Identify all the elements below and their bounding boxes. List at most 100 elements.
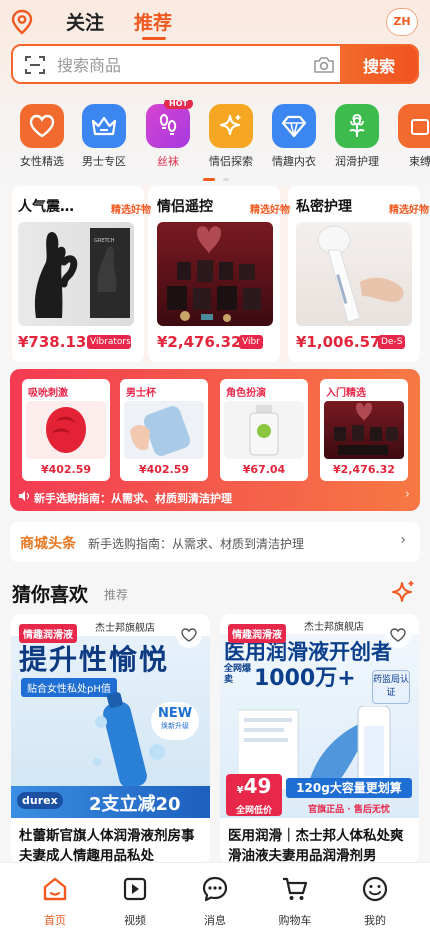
video-icon xyxy=(123,877,147,901)
section-title: 猜你喜欢 xyxy=(12,584,89,606)
feature-title: 私密护理 xyxy=(296,199,352,215)
search-bar: 搜索 xyxy=(11,44,419,84)
mall-headline[interactable]: 商城头条 新手选购指南：从需求、材质到清洁护理 › xyxy=(10,522,420,562)
feature-tag: De-S xyxy=(378,335,406,349)
svg-text:GRETCH: GRETCH xyxy=(94,238,115,244)
headline-label: 商城头条 xyxy=(20,536,76,552)
category-women[interactable]: 女性精选 xyxy=(10,100,74,169)
capacity-banner: 120g大容量更划算 xyxy=(286,778,412,798)
sparkle-icon xyxy=(209,104,253,148)
promo-item-price: ¥67.04 xyxy=(242,463,286,476)
nav-label: 视频 xyxy=(124,914,146,927)
feature-tag: Vibrators xyxy=(87,335,131,349)
hot-badge: HOT xyxy=(164,100,193,109)
category-bondage[interactable]: 束缚 xyxy=(388,100,430,169)
feature-tag: Vibr xyxy=(239,335,263,349)
feature-badge: 精选好物 xyxy=(111,205,151,216)
promo-banner[interactable]: 吸吮刺激 ¥402.59 男士杯 ¥402.59 角色扮演 ¥67.04 入门精… xyxy=(10,369,420,511)
nav-messages[interactable]: 消息 xyxy=(185,875,245,928)
nav-label: 购物车 xyxy=(278,914,312,927)
promo-item[interactable]: 角色扮演 ¥67.04 xyxy=(220,379,308,481)
product-name: 杜蕾斯官旗人体润滑液剂房事夫妻成人情趣用品私处 xyxy=(19,828,195,864)
product-name: 医用润滑｜杰士邦人体私处爽滑油液夫妻用品润滑剂男 xyxy=(228,828,404,864)
category-lingerie[interactable]: 情趣内衣 xyxy=(262,100,326,169)
promo-item-price: ¥402.59 xyxy=(138,463,190,476)
category-label: 束缚 xyxy=(409,155,430,168)
promo-item-image xyxy=(224,401,304,459)
promo-item-title: 入门精选 xyxy=(326,388,366,399)
category-couples[interactable]: 情侣探索 xyxy=(199,100,263,169)
image-subtitle: 全网爆卖 xyxy=(224,664,252,685)
sparkle-icon[interactable] xyxy=(392,580,416,604)
price-badge: ¥49 全网低价 xyxy=(226,774,282,816)
category-label: 女性精选 xyxy=(20,155,64,168)
bottom-navigation: 首页 视频 消息 购物车 我的 xyxy=(0,862,430,932)
favorite-heart-icon[interactable] xyxy=(385,622,411,648)
product-card[interactable]: 杰士邦旗舰店 医用润滑液开创者 全网爆卖 1000万+ 药监局认证 ¥49 全网… xyxy=(220,614,419,864)
top-bar: 关注 推荐 ZH xyxy=(0,0,430,44)
nav-label: 首页 xyxy=(44,914,66,927)
feature-card-vibrators[interactable]: 人气震… 精选好物 GRETCH ¥738.13 Vibrators xyxy=(18,192,153,360)
profile-icon xyxy=(362,876,388,902)
nav-profile[interactable]: 我的 xyxy=(345,875,405,928)
cart-icon xyxy=(283,877,308,900)
search-input[interactable] xyxy=(57,52,307,78)
promo-item-image xyxy=(26,401,106,459)
box-icon xyxy=(398,104,430,148)
tab-follow[interactable]: 关注 xyxy=(66,8,104,35)
scan-icon[interactable] xyxy=(25,55,45,75)
image-headline: 提升性愉悦 xyxy=(19,643,170,676)
feature-card-intimate-care[interactable]: 私密护理 精选好物 ¥1,006.57 De-S xyxy=(296,192,430,360)
camera-icon[interactable] xyxy=(313,56,335,74)
promo-item-title: 吸吮刺激 xyxy=(28,388,68,399)
feature-title: 情侣遥控 xyxy=(157,199,213,215)
heart-icon xyxy=(20,104,64,148)
category-label: 情侣探索 xyxy=(209,155,253,168)
home-icon xyxy=(43,877,67,901)
search-button[interactable]: 搜索 xyxy=(340,46,417,82)
product-card[interactable]: 杰士邦旗舰店 提升性愉悦 贴合女性私处pH值 NEW 焕新升级 durex 2支… xyxy=(11,614,210,864)
feature-badge: 精选好物 xyxy=(389,205,429,216)
product-tag: 情趣润滑液 xyxy=(19,624,77,643)
active-tab-indicator xyxy=(142,37,166,40)
nav-video[interactable]: 视频 xyxy=(105,875,165,928)
category-label: 情趣内衣 xyxy=(272,155,316,168)
promo-item-title: 男士杯 xyxy=(126,388,156,399)
category-men[interactable]: 男士专区 xyxy=(72,100,136,169)
product-image xyxy=(296,222,412,326)
guarantee-text: 官旗正品 · 售后无忧 xyxy=(308,805,390,815)
footprint-icon xyxy=(146,104,190,148)
speaker-icon xyxy=(19,491,30,501)
feature-price: ¥1,006.57 xyxy=(296,333,381,351)
promo-item-price: ¥402.59 xyxy=(40,463,92,476)
category-stockings[interactable]: HOT 丝袜 xyxy=(136,100,200,169)
promo-item[interactable]: 吸吮刺激 ¥402.59 xyxy=(22,379,110,481)
nav-cart[interactable]: 购物车 xyxy=(265,875,325,928)
category-lubricant[interactable]: 润滑护理 xyxy=(325,100,389,169)
nav-home[interactable]: 首页 xyxy=(25,875,85,928)
promo-item-price: ¥2,476.32 xyxy=(333,463,395,476)
feature-title: 人气震… xyxy=(18,199,74,215)
crown-icon xyxy=(82,104,126,148)
category-label: 男士专区 xyxy=(82,155,126,168)
category-row: 女性精选 男士专区 HOT 丝袜 情侣探索 情趣内衣 润滑护理 束缚 xyxy=(0,100,430,172)
promo-item[interactable]: 男士杯 ¥402.59 xyxy=(120,379,208,481)
feature-badge: 精选好物 xyxy=(250,205,290,216)
tab-recommend[interactable]: 推荐 xyxy=(134,8,172,35)
promo-item[interactable]: 入门精选 ¥2,476.32 xyxy=(320,379,408,481)
location-icon[interactable] xyxy=(10,9,34,35)
section-subtitle: 推荐 xyxy=(104,588,129,602)
promo-item-image xyxy=(124,401,204,459)
message-icon xyxy=(202,876,228,902)
language-switch-button[interactable]: ZH xyxy=(386,8,418,36)
favorite-heart-icon[interactable] xyxy=(176,622,202,648)
product-tag: 情趣润滑液 xyxy=(228,624,286,643)
new-badge: NEW 焕新升级 xyxy=(151,702,199,740)
feature-card-couples-remote[interactable]: 情侣遥控 精选好物 ¥2,476.32 Vibr xyxy=(157,192,292,360)
promo-item-image xyxy=(324,401,404,459)
product-image xyxy=(157,222,273,326)
nav-label: 消息 xyxy=(204,914,226,927)
promo-guide-text: 新手选购指南：从需求、材质到清洁护理 xyxy=(34,492,232,505)
feature-price: ¥2,476.32 xyxy=(157,333,242,351)
flower-icon xyxy=(335,104,379,148)
